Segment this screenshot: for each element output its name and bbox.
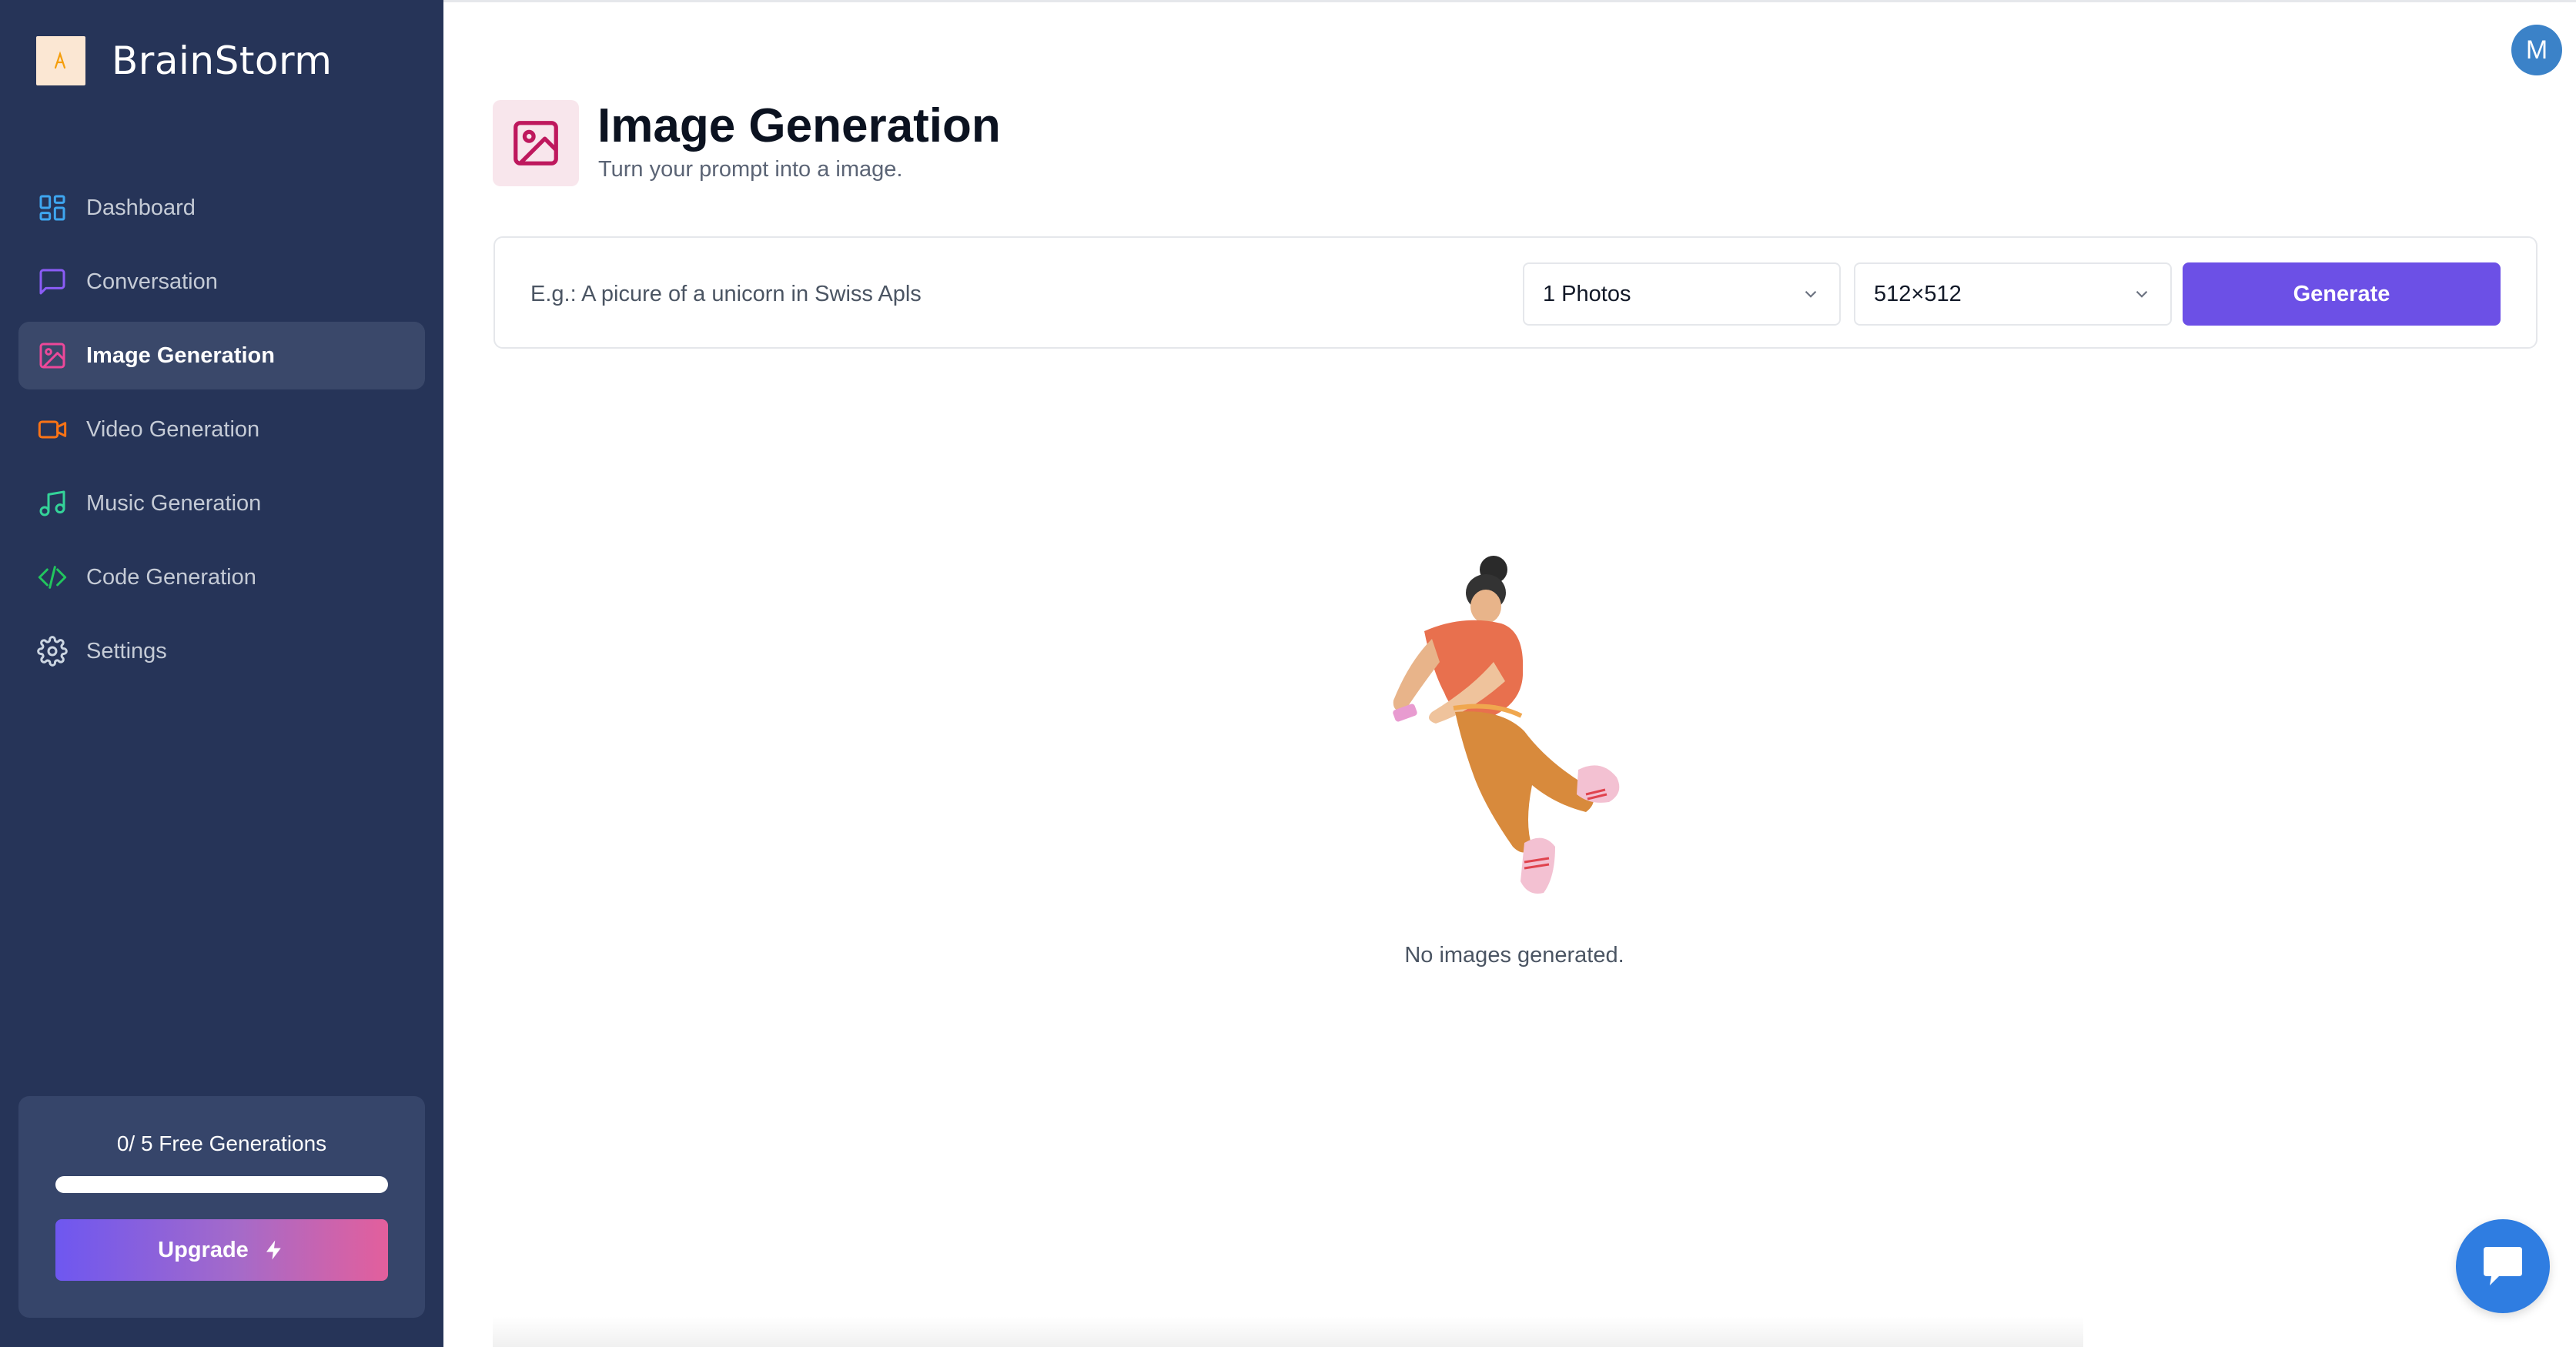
sidebar-item-conversation[interactable]: Conversation: [18, 248, 425, 316]
chat-bubble-icon: [2484, 1247, 2522, 1285]
generation-form: 1 Photos 512×512 Generate: [493, 236, 2538, 349]
resolution-select[interactable]: 512×512: [1854, 262, 2172, 326]
sidebar-item-label: Music Generation: [86, 490, 262, 516]
gear-icon: [37, 636, 68, 667]
page-subtitle: Turn your prompt into a image.: [598, 157, 903, 182]
brand[interactable]: BrainStorm: [36, 36, 332, 85]
top-divider: [443, 0, 2576, 2]
free-generations-progress: [55, 1176, 388, 1193]
floating-person-illustration: [1393, 556, 1620, 894]
sidebar-item-image-generation[interactable]: Image Generation: [18, 322, 425, 389]
sidebar-item-label: Dashboard: [86, 195, 196, 220]
chat-widget-button[interactable]: [2456, 1219, 2550, 1313]
upgrade-button[interactable]: Upgrade: [55, 1219, 388, 1281]
amount-select[interactable]: 1 Photos: [1523, 262, 1841, 326]
upgrade-button-label: Upgrade: [158, 1237, 249, 1262]
sidebar-nav: Dashboard Conversation Image Generation: [18, 174, 425, 691]
avatar[interactable]: M: [2511, 25, 2562, 75]
brand-name: BrainStorm: [112, 38, 333, 83]
sidebar-item-label: Settings: [86, 638, 167, 663]
dashboard-grid-icon: [37, 192, 68, 223]
code-icon: [37, 562, 68, 593]
sidebar: BrainStorm Dashboard Conversation Image …: [0, 0, 443, 1347]
empty-state-message: No images generated.: [1404, 943, 1624, 968]
sidebar-item-settings[interactable]: Settings: [18, 617, 425, 685]
brand-logo-icon: [54, 51, 66, 69]
sidebar-item-music-generation[interactable]: Music Generation: [18, 470, 425, 537]
bottom-shadow: [493, 1316, 2083, 1347]
sidebar-item-code-generation[interactable]: Code Generation: [18, 543, 425, 611]
sidebar-item-label: Image Generation: [86, 343, 275, 368]
free-generations-card: 0/ 5 Free Generations Upgrade: [18, 1096, 425, 1318]
prompt-input[interactable]: [530, 266, 1493, 323]
free-generations-label: 0/ 5 Free Generations: [116, 1131, 327, 1155]
music-note-icon: [37, 488, 68, 519]
sidebar-item-label: Code Generation: [86, 564, 256, 590]
page-title: Image Generation: [597, 99, 1001, 152]
brand-logo: [36, 36, 85, 85]
video-camera-icon: [37, 414, 68, 445]
sidebar-item-video-generation[interactable]: Video Generation: [18, 396, 425, 463]
image-icon: [37, 340, 68, 371]
chevron-down-icon: [2136, 290, 2148, 298]
resolution-select-value: 512×512: [1874, 281, 1962, 306]
sidebar-item-label: Video Generation: [86, 416, 260, 442]
amount-select-value: 1 Photos: [1543, 281, 1631, 306]
generate-button[interactable]: Generate: [2183, 262, 2501, 326]
image-icon: [514, 121, 558, 165]
lightning-icon: [266, 1240, 281, 1260]
sidebar-item-dashboard[interactable]: Dashboard: [18, 174, 425, 242]
message-square-icon: [37, 266, 68, 297]
chevron-down-icon: [1805, 290, 1817, 298]
page-icon-box: [493, 100, 579, 186]
sidebar-item-label: Conversation: [86, 269, 218, 294]
